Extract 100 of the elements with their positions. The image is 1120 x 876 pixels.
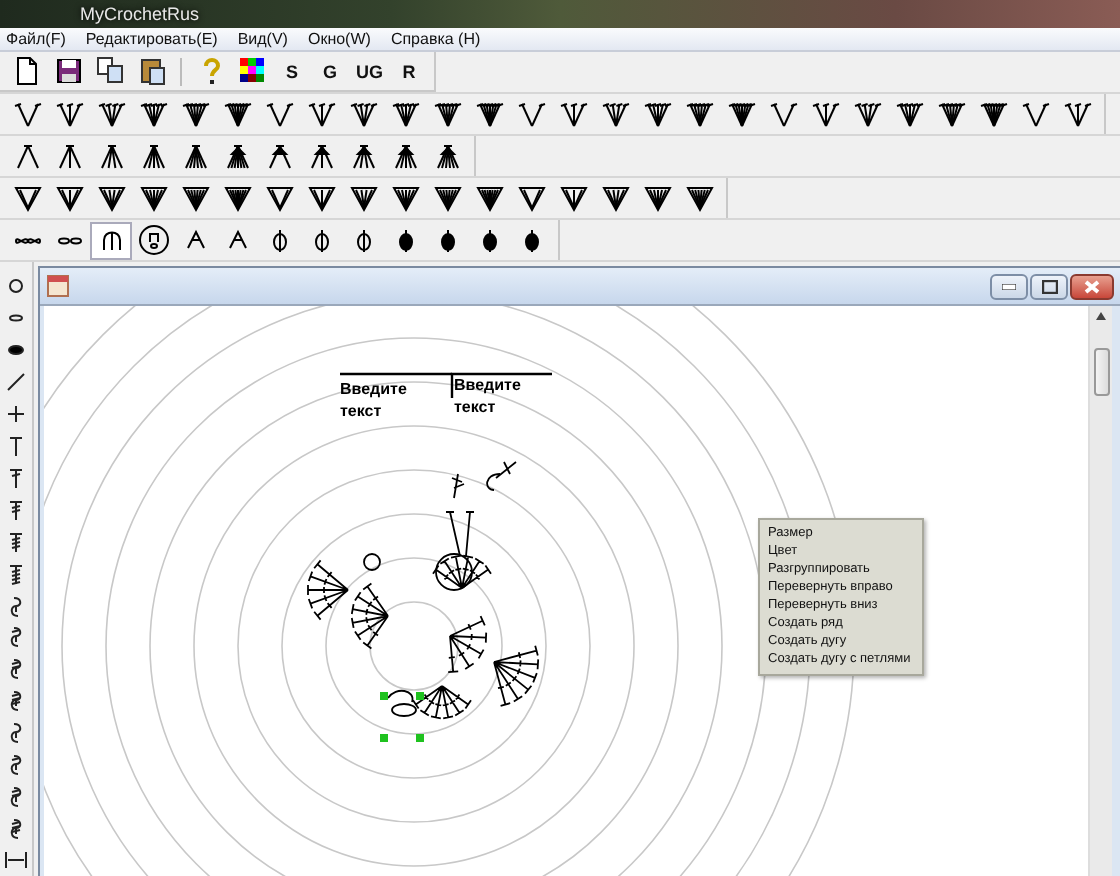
stitch-icon bbox=[4, 848, 28, 873]
stitch-icon bbox=[725, 98, 757, 130]
toolbar-button[interactable]: R bbox=[393, 55, 425, 87]
stitch-icon bbox=[4, 433, 28, 458]
stitch-icon bbox=[179, 182, 211, 214]
stitch-icon bbox=[4, 529, 28, 554]
stitch-icon bbox=[137, 140, 169, 172]
palette-button[interactable] bbox=[234, 55, 270, 87]
stitch-icon bbox=[179, 98, 211, 130]
stitch-icon bbox=[893, 98, 925, 130]
stitch-icon bbox=[389, 98, 421, 130]
copy-button[interactable] bbox=[92, 55, 128, 87]
stitch-icon bbox=[599, 182, 631, 214]
stitch-icon bbox=[137, 98, 169, 130]
stitch-icon bbox=[4, 497, 28, 522]
stitch-icon bbox=[221, 182, 253, 214]
selection-handle[interactable] bbox=[416, 692, 424, 700]
stitch-icon bbox=[263, 182, 295, 214]
stitch-icon bbox=[4, 401, 28, 426]
stitch-icon bbox=[683, 98, 715, 130]
stitch-icon bbox=[11, 140, 43, 172]
stitch-icon bbox=[221, 140, 253, 172]
stitch-icon bbox=[11, 182, 43, 214]
stitch-icon bbox=[683, 182, 715, 214]
minimize-icon bbox=[1002, 283, 1016, 289]
toolbar-button[interactable]: G bbox=[314, 55, 346, 87]
stitch-icon bbox=[95, 182, 127, 214]
stitch-icon bbox=[263, 98, 295, 130]
stitch-icon bbox=[809, 98, 841, 130]
menu-item[interactable]: Файл(F) bbox=[6, 28, 66, 50]
stitch-icon bbox=[11, 98, 43, 130]
selection-handle[interactable] bbox=[416, 734, 424, 742]
stitch-icon bbox=[53, 140, 85, 172]
stitch-icon bbox=[473, 182, 505, 214]
stitch-icon bbox=[305, 98, 337, 130]
stitch-icon bbox=[641, 182, 673, 214]
window-title: MyCrochetRus bbox=[80, 2, 200, 28]
selection-handle[interactable] bbox=[380, 692, 388, 700]
stitch-icon bbox=[557, 182, 589, 214]
stitch-icon bbox=[767, 98, 799, 130]
selection-handle[interactable] bbox=[380, 734, 388, 742]
new-file-icon bbox=[12, 56, 40, 86]
stitch-icon bbox=[53, 182, 85, 214]
stitch-icon bbox=[389, 140, 421, 172]
stitch-icon bbox=[53, 233, 85, 247]
stitch-icon bbox=[347, 140, 379, 172]
text-label[interactable]: Введите текст bbox=[454, 374, 542, 418]
stitch-icon bbox=[4, 465, 28, 490]
stitch-icon bbox=[95, 98, 127, 130]
close-icon bbox=[1084, 279, 1100, 293]
menu-item[interactable]: Справка (H) bbox=[390, 28, 481, 50]
stitch-icon bbox=[221, 98, 253, 130]
paste-icon bbox=[138, 56, 166, 86]
menu-item[interactable]: Окно(W) bbox=[307, 28, 371, 50]
stitch-icon bbox=[11, 233, 43, 247]
stitch-icon bbox=[515, 98, 547, 130]
stitch-icon bbox=[641, 98, 673, 130]
stitch-icon bbox=[347, 182, 379, 214]
toolbar-button[interactable]: S bbox=[276, 55, 308, 87]
center-ring bbox=[369, 601, 459, 691]
stitch-icon bbox=[1019, 98, 1051, 130]
stitch-icon bbox=[305, 182, 337, 214]
scroll-up-icon bbox=[1096, 312, 1106, 320]
stitch-icon bbox=[305, 140, 337, 172]
stitch-icon bbox=[431, 98, 463, 130]
stitch-icon bbox=[557, 98, 589, 130]
stitch-icon bbox=[347, 98, 379, 130]
maximize-icon bbox=[1041, 279, 1057, 293]
stitch-icon bbox=[1061, 98, 1093, 130]
stitch-button[interactable] bbox=[90, 221, 132, 259]
stitch-icon bbox=[263, 140, 295, 172]
stitch-icon bbox=[431, 182, 463, 214]
scroll-thumb[interactable] bbox=[1093, 348, 1109, 396]
stitch-icon bbox=[137, 182, 169, 214]
stitch-icon bbox=[4, 273, 28, 298]
document-icon bbox=[46, 274, 70, 298]
scrollbar[interactable] bbox=[1088, 306, 1112, 876]
stitch-icon bbox=[53, 98, 85, 130]
toolbar-button[interactable]: UG bbox=[352, 55, 387, 87]
stitch-icon bbox=[389, 182, 421, 214]
maximize-button[interactable] bbox=[1030, 273, 1068, 299]
copy-icon bbox=[96, 56, 124, 86]
stitch-icon bbox=[599, 98, 631, 130]
stitch-icon bbox=[4, 561, 28, 586]
close-button[interactable] bbox=[1070, 273, 1114, 299]
stitch-icon bbox=[977, 98, 1009, 130]
text-label[interactable]: Введите текст bbox=[340, 378, 428, 422]
save-icon bbox=[54, 56, 82, 86]
stitch-icon bbox=[95, 140, 127, 172]
stitch-icon bbox=[137, 224, 169, 256]
stitch-icon bbox=[179, 140, 211, 172]
stitch-icon bbox=[515, 182, 547, 214]
stitch-icon bbox=[473, 98, 505, 130]
menu-item[interactable]: Вид(V) bbox=[237, 28, 288, 50]
stitch-icon bbox=[851, 98, 883, 130]
palette-icon bbox=[238, 56, 266, 86]
menu-item[interactable]: Редактировать(E) bbox=[85, 28, 218, 50]
stitch-icon bbox=[431, 140, 463, 172]
minimize-button[interactable] bbox=[990, 273, 1028, 299]
stitch-icon bbox=[935, 98, 967, 130]
